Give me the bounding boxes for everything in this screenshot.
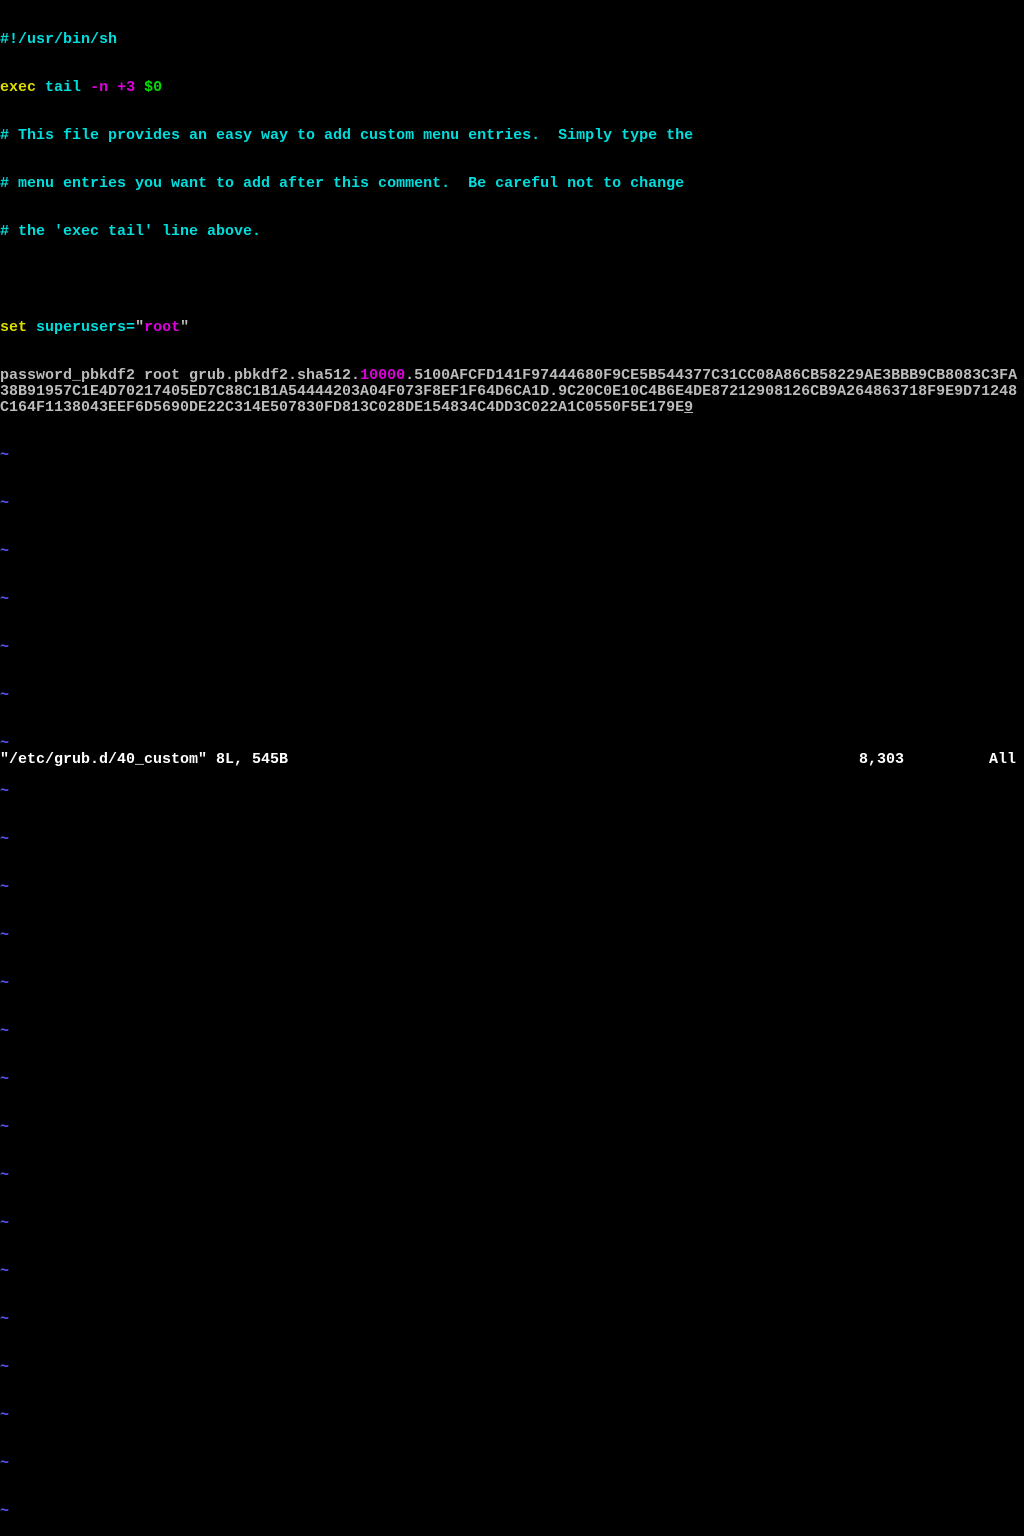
iterations-number: 10000 [360,367,405,384]
status-scroll-indicator: All [989,752,1016,768]
status-bar: "/etc/grub.d/40_custom" 8L, 545B 8,303 A… [0,752,1024,768]
empty-line-tilde: ~ [0,880,1024,896]
comment-line-2: # menu entries you want to add after thi… [0,176,1024,192]
comment-line-3: # the 'exec tail' line above. [0,224,1024,240]
quote-close: " [180,320,189,336]
root-value: root [144,320,180,336]
empty-line-tilde: ~ [0,784,1024,800]
empty-line-tilde: ~ [0,1168,1024,1184]
plus3: +3 [117,80,135,96]
empty-line-tilde: ~ [0,1408,1024,1424]
code-line-shebang: #!/usr/bin/sh [0,32,1024,48]
empty-line-tilde: ~ [0,592,1024,608]
empty-line-tilde: ~ [0,688,1024,704]
status-cursor-position: 8,303 [859,752,904,768]
password-prefix: password_pbkdf2 root grub.pbkdf2.sha512. [0,367,360,384]
blank-line [0,272,1024,288]
exec-keyword: exec [0,80,36,96]
empty-line-tilde: ~ [0,1120,1024,1136]
editor-content[interactable]: #!/usr/bin/sh exec tail -n +3 $0 # This … [0,0,1024,1536]
empty-line-tilde: ~ [0,832,1024,848]
shebang: #!/usr/bin/sh [0,32,117,48]
empty-line-tilde: ~ [0,736,1024,752]
dollar-zero: $0 [144,80,162,96]
quote-open: " [135,320,144,336]
superusers-var: superusers= [36,320,135,336]
code-line-exec: exec tail -n +3 $0 [0,80,1024,96]
empty-line-tilde: ~ [0,1072,1024,1088]
status-filename: "/etc/grub.d/40_custom" 8L, 545B [0,752,288,768]
empty-line-tilde: ~ [0,1264,1024,1280]
empty-line-tilde: ~ [0,1312,1024,1328]
empty-line-tilde: ~ [0,544,1024,560]
empty-line-tilde: ~ [0,496,1024,512]
cursor-char: 9 [684,399,693,416]
empty-line-tilde: ~ [0,976,1024,992]
empty-line-tilde: ~ [0,1504,1024,1520]
flag-n: -n [90,80,108,96]
set-keyword: set [0,320,27,336]
code-line-password: password_pbkdf2 root grub.pbkdf2.sha512.… [0,368,1024,416]
empty-line-tilde: ~ [0,1456,1024,1472]
empty-line-tilde: ~ [0,1360,1024,1376]
empty-line-tilde: ~ [0,1024,1024,1040]
empty-line-tilde: ~ [0,928,1024,944]
comment-line-1: # This file provides an easy way to add … [0,128,1024,144]
empty-line-tilde: ~ [0,448,1024,464]
empty-line-tilde: ~ [0,1216,1024,1232]
empty-line-tilde: ~ [0,640,1024,656]
code-line-set: set superusers="root" [0,320,1024,336]
tail-command: tail [45,80,81,96]
